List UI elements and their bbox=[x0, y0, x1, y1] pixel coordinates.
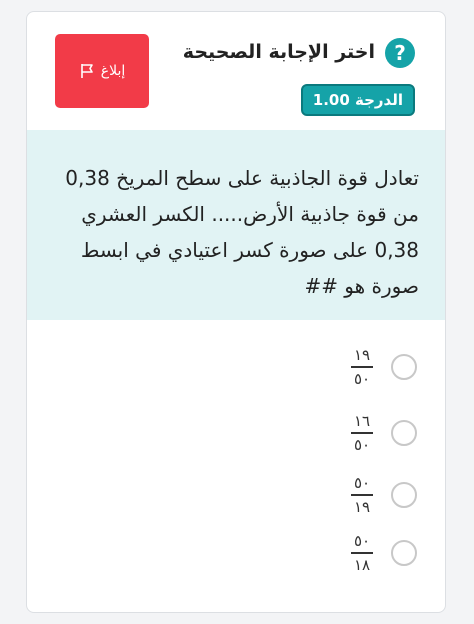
radio-button[interactable] bbox=[391, 420, 417, 446]
question-header: ? اختر الإجابة الصحيحة الدرجة 1.00 إبلاغ bbox=[27, 12, 445, 132]
question-text: تعادل قوة الجاذبية على سطح المريخ 0,38 م… bbox=[65, 166, 419, 298]
radio-button[interactable] bbox=[391, 482, 417, 508]
fraction-bar bbox=[351, 366, 373, 368]
radio-button[interactable] bbox=[391, 540, 417, 566]
numerator: ١٩ bbox=[353, 346, 371, 365]
fraction: ١٦ ٥٠ bbox=[351, 412, 373, 454]
fraction-bar bbox=[351, 432, 373, 434]
denominator: ١٨ bbox=[353, 555, 371, 574]
question-title: اختر الإجابة الصحيحة bbox=[182, 41, 375, 63]
option-1[interactable]: ١٩ ٥٠ bbox=[351, 342, 417, 392]
report-label: إبلاغ bbox=[100, 63, 126, 79]
fraction-bar bbox=[351, 494, 373, 496]
fraction: ٥٠ ١٨ bbox=[351, 532, 373, 574]
fraction: ٥٠ ١٩ bbox=[351, 474, 373, 516]
option-3[interactable]: ٥٠ ١٩ bbox=[351, 470, 417, 520]
numerator: ١٦ bbox=[353, 412, 371, 431]
denominator: ٥٠ bbox=[353, 435, 371, 454]
fraction-bar bbox=[351, 552, 373, 554]
option-4[interactable]: ٥٠ ١٨ bbox=[351, 528, 417, 578]
numerator: ٥٠ bbox=[353, 474, 371, 493]
report-button[interactable]: إبلاغ bbox=[55, 34, 149, 108]
question-card: ? اختر الإجابة الصحيحة الدرجة 1.00 إبلاغ… bbox=[26, 11, 446, 613]
grade-badge: الدرجة 1.00 bbox=[300, 84, 415, 116]
question-body: تعادل قوة الجاذبية على سطح المريخ 0,38 م… bbox=[27, 130, 445, 320]
help-icon[interactable]: ? bbox=[385, 38, 415, 68]
numerator: ٥٠ bbox=[353, 532, 371, 551]
flag-icon bbox=[79, 63, 95, 79]
option-2[interactable]: ١٦ ٥٠ bbox=[351, 408, 417, 458]
denominator: ٥٠ bbox=[353, 369, 371, 388]
fraction: ١٩ ٥٠ bbox=[351, 346, 373, 388]
denominator: ١٩ bbox=[353, 497, 371, 516]
radio-button[interactable] bbox=[391, 354, 417, 380]
